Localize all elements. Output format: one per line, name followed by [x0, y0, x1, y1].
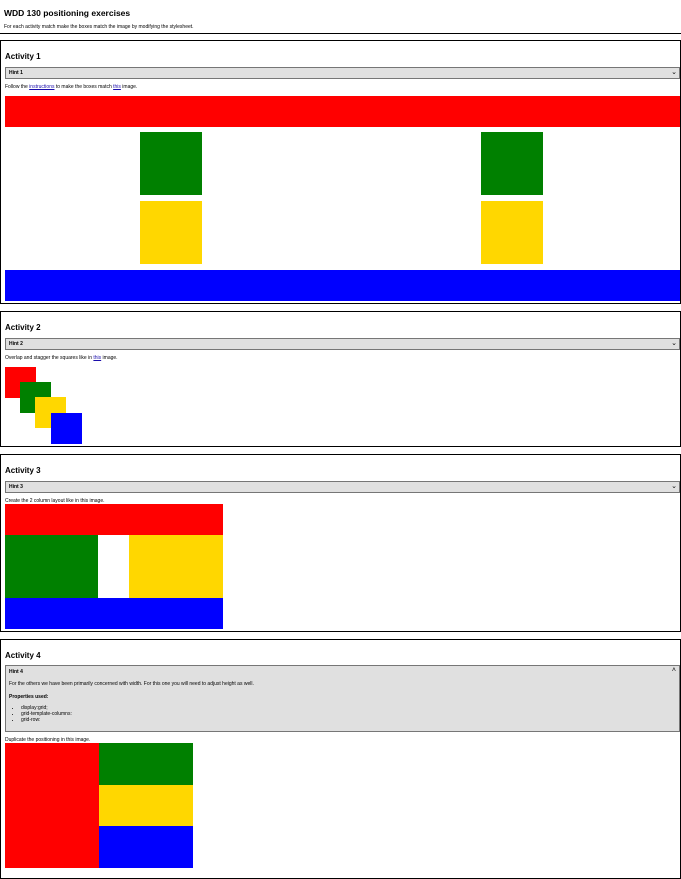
gold-box-left	[140, 201, 202, 264]
page-title: WDD 130 positioning exercises	[4, 8, 131, 18]
hint-3-label: Hint 3	[9, 484, 23, 490]
instr-text: Overlap and stagger the squares like in	[5, 355, 94, 361]
blue-row-box	[99, 826, 193, 868]
red-header-box	[5, 504, 223, 535]
activity-2-instructions: Overlap and stagger the squares like in …	[5, 355, 118, 361]
header-divider	[0, 33, 681, 34]
instr-text: image.	[120, 84, 138, 90]
blue-box	[5, 270, 680, 301]
properties-list: display:grid; grid-template-columns: gri…	[9, 705, 72, 723]
blue-square	[51, 413, 82, 444]
activity-3-title: Activity 3	[5, 466, 41, 475]
green-column-box	[5, 535, 98, 598]
hint-3-toggle[interactable]: Hint 3 ⌄	[5, 481, 680, 493]
hint-1-label: Hint 1	[9, 70, 23, 76]
image-link[interactable]: this	[113, 84, 121, 90]
red-sidebar-box	[5, 743, 99, 868]
activity-1-title: Activity 1	[5, 52, 41, 61]
activity-3-section: Activity 3 Hint 3 ⌄ Create the 2 column …	[0, 454, 681, 632]
gold-column-box	[129, 535, 223, 598]
page-subtitle: For each activity match make the boxes m…	[4, 24, 194, 30]
hint-4-text: For the others we have been primarily co…	[9, 681, 254, 687]
hint-4-panel[interactable]: Hint 4 ˄ For the others we have been pri…	[5, 665, 680, 732]
blue-footer-box	[5, 598, 223, 629]
instructions-link[interactable]: instructions	[29, 84, 54, 90]
chevron-down-icon: ⌄	[671, 69, 677, 76]
red-box	[5, 96, 680, 127]
activity-4-section: Activity 4 Hint 4 ˄ For the others we ha…	[0, 639, 681, 879]
activity-2-title: Activity 2	[5, 323, 41, 332]
hint-2-toggle[interactable]: Hint 2 ⌄	[5, 338, 680, 350]
properties-title: Properties used:	[9, 694, 49, 700]
chevron-down-icon: ⌄	[671, 483, 677, 490]
chevron-up-icon: ˄	[671, 667, 676, 674]
activity-2-section: Activity 2 Hint 2 ⌄ Overlap and stagger …	[0, 311, 681, 447]
activity-1-instructions: Follow the instructions to make the boxe…	[5, 84, 137, 90]
gold-row-box	[99, 785, 193, 826]
activity-4-title: Activity 4	[5, 651, 41, 660]
green-box-right	[481, 132, 543, 195]
green-row-box	[99, 743, 193, 785]
gold-box-right	[481, 201, 543, 264]
property-item: grid-row:	[21, 717, 72, 723]
image-link[interactable]: this	[93, 355, 101, 361]
instr-text: Follow the	[5, 84, 30, 90]
activity-1-section: Activity 1 Hint 1 ⌄ Follow the instructi…	[0, 40, 681, 304]
instr-text: to make the boxes match	[54, 84, 114, 90]
page-header: WDD 130 positioning exercises For each a…	[0, 0, 681, 33]
chevron-down-icon: ⌄	[671, 340, 677, 347]
hint-2-label: Hint 2	[9, 341, 23, 347]
hint-4-label: Hint 4	[9, 669, 23, 675]
hint-1-toggle[interactable]: Hint 1 ⌄	[5, 67, 680, 79]
green-box-left	[140, 132, 202, 195]
instr-text: image.	[101, 355, 118, 361]
